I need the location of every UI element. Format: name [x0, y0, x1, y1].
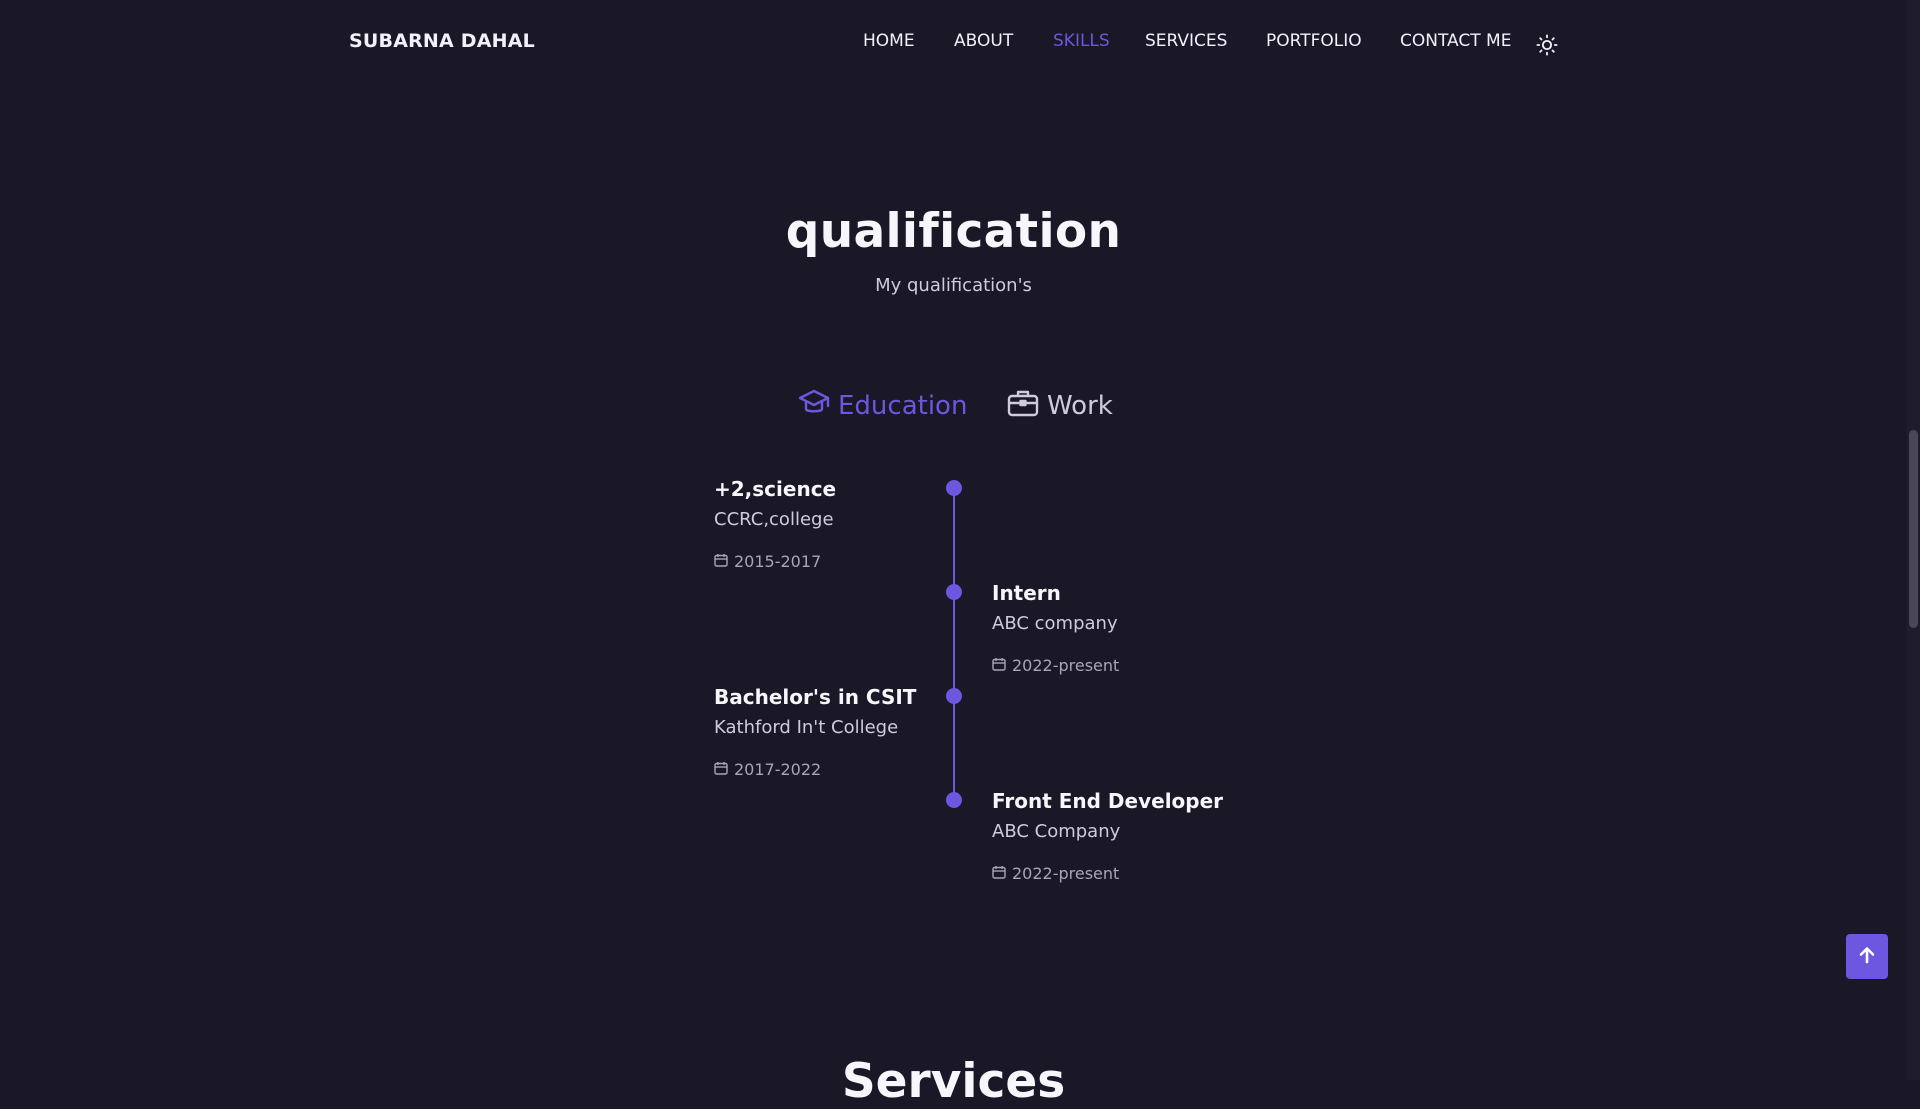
timeline-subtitle: Kathford In't College	[714, 717, 899, 738]
tab-education-label: Education	[838, 391, 968, 421]
timeline-entry: Intern ABC company 2022-present	[992, 581, 1119, 675]
timeline-subtitle: CCRC,college	[714, 509, 834, 530]
tab-work-label: Work	[1047, 391, 1113, 421]
section-title: qualification	[785, 204, 1122, 259]
nav-home[interactable]: HOME	[863, 31, 915, 51]
calendar-icon	[714, 552, 734, 571]
tab-education[interactable]: Education	[798, 388, 967, 424]
next-section-title: Services	[841, 1054, 1066, 1109]
calendar-icon	[992, 656, 1012, 675]
timeline-dot	[946, 480, 962, 496]
calendar-icon	[992, 864, 1012, 883]
timeline-date-text: 2015-2017	[734, 552, 822, 571]
timeline-date-text: 2022-present	[1012, 864, 1120, 883]
timeline-title: Front End Developer	[992, 789, 1224, 813]
timeline-entry: +2,science CCRC,college 2015-2017	[714, 477, 836, 571]
timeline-entry: Front End Developer ABC Company 2022-pre…	[992, 789, 1223, 883]
timeline-dot	[946, 584, 962, 600]
timeline-dot	[946, 688, 962, 704]
timeline-line	[953, 488, 955, 800]
timeline-subtitle: ABC Company	[992, 821, 1121, 842]
timeline-title: Bachelor's in CSIT	[714, 685, 917, 709]
timeline-title: Intern	[992, 581, 1061, 605]
timeline-dot	[946, 792, 962, 808]
timeline-date-text: 2022-present	[1012, 656, 1120, 675]
calendar-icon	[714, 760, 734, 779]
nav-about[interactable]: ABOUT	[954, 31, 1013, 51]
graduation-cap-icon	[798, 388, 838, 425]
timeline-title: +2,science	[714, 477, 837, 501]
timeline-entry: Bachelor's in CSIT Kathford In't College…	[714, 685, 916, 779]
section-subtitle: My qualification's	[875, 275, 1032, 296]
arrow-up-icon	[1858, 946, 1876, 968]
nav-portfolio[interactable]: PORTFOLIO	[1266, 31, 1362, 51]
nav-skills[interactable]: SKILLS	[1053, 31, 1110, 51]
timeline-subtitle: ABC company	[992, 613, 1118, 634]
timeline-date: 2015-2017	[714, 552, 836, 571]
main-nav: HOME ABOUT SKILLS SERVICES PORTFOLIO CON…	[0, 31, 1907, 61]
scrollbar-thumb[interactable]	[1909, 430, 1918, 628]
timeline-date: 2022-present	[992, 656, 1119, 675]
timeline-date-text: 2017-2022	[734, 760, 822, 779]
header: SUBARNA DAHAL HOME ABOUT SKILLS SERVICES…	[0, 0, 1907, 90]
nav-services[interactable]: SERVICES	[1145, 31, 1227, 51]
sun-icon[interactable]	[1536, 34, 1558, 56]
timeline-date: 2022-present	[992, 864, 1223, 883]
briefcase-icon	[1007, 388, 1047, 425]
tab-work[interactable]: Work	[1007, 388, 1113, 424]
nav-contact-me[interactable]: CONTACT ME	[1400, 31, 1511, 51]
scroll-top-button[interactable]	[1846, 934, 1888, 979]
timeline-date: 2017-2022	[714, 760, 916, 779]
